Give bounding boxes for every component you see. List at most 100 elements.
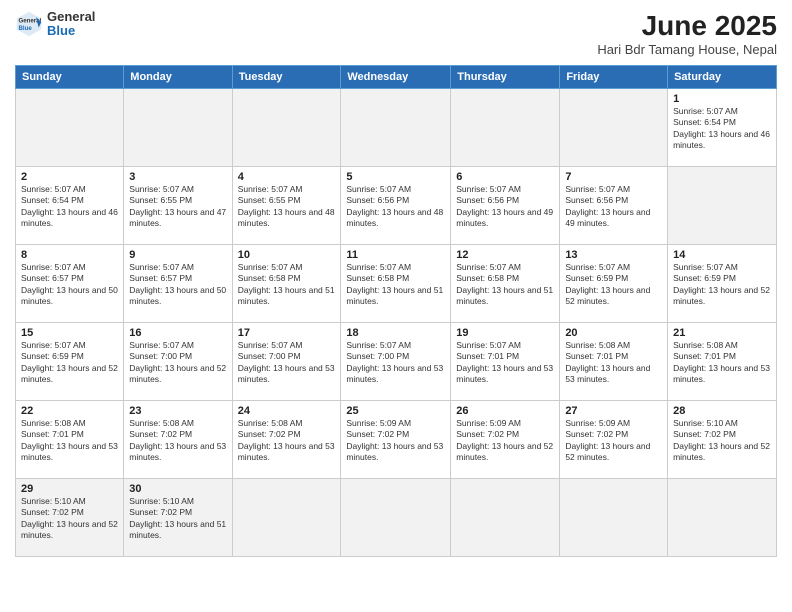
day-number: 24 xyxy=(238,405,336,417)
table-cell: 12Sunrise: 5:07 AM Sunset: 6:58 PM Dayli… xyxy=(451,245,560,323)
col-tuesday: Tuesday xyxy=(232,66,341,89)
day-info: Sunrise: 5:07 AM Sunset: 7:01 PM Dayligh… xyxy=(456,340,554,386)
table-cell xyxy=(341,89,451,167)
table-cell: 19Sunrise: 5:07 AM Sunset: 7:01 PM Dayli… xyxy=(451,323,560,401)
table-cell: 17Sunrise: 5:07 AM Sunset: 7:00 PM Dayli… xyxy=(232,323,341,401)
day-info: Sunrise: 5:10 AM Sunset: 7:02 PM Dayligh… xyxy=(129,496,226,542)
day-number: 29 xyxy=(21,483,118,495)
table-cell: 5Sunrise: 5:07 AM Sunset: 6:56 PM Daylig… xyxy=(341,167,451,245)
day-info: Sunrise: 5:07 AM Sunset: 6:55 PM Dayligh… xyxy=(129,184,226,230)
day-info: Sunrise: 5:07 AM Sunset: 6:54 PM Dayligh… xyxy=(21,184,118,230)
day-number: 22 xyxy=(21,405,118,417)
table-cell: 21Sunrise: 5:08 AM Sunset: 7:01 PM Dayli… xyxy=(668,323,777,401)
day-number: 1 xyxy=(673,93,771,105)
col-saturday: Saturday xyxy=(668,66,777,89)
day-number: 11 xyxy=(346,249,445,261)
day-info: Sunrise: 5:09 AM Sunset: 7:02 PM Dayligh… xyxy=(346,418,445,464)
day-info: Sunrise: 5:07 AM Sunset: 7:00 PM Dayligh… xyxy=(238,340,336,386)
week-row-3: 15Sunrise: 5:07 AM Sunset: 6:59 PM Dayli… xyxy=(16,323,777,401)
table-cell: 28Sunrise: 5:10 AM Sunset: 7:02 PM Dayli… xyxy=(668,401,777,479)
day-info: Sunrise: 5:10 AM Sunset: 7:02 PM Dayligh… xyxy=(673,418,771,464)
table-cell xyxy=(232,89,341,167)
table-cell: 15Sunrise: 5:07 AM Sunset: 6:59 PM Dayli… xyxy=(16,323,124,401)
table-cell: 27Sunrise: 5:09 AM Sunset: 7:02 PM Dayli… xyxy=(560,401,668,479)
day-info: Sunrise: 5:07 AM Sunset: 7:00 PM Dayligh… xyxy=(346,340,445,386)
table-cell: 10Sunrise: 5:07 AM Sunset: 6:58 PM Dayli… xyxy=(232,245,341,323)
day-number: 27 xyxy=(565,405,662,417)
day-number: 18 xyxy=(346,327,445,339)
day-info: Sunrise: 5:08 AM Sunset: 7:02 PM Dayligh… xyxy=(238,418,336,464)
day-number: 12 xyxy=(456,249,554,261)
table-cell xyxy=(232,479,341,557)
table-cell: 20Sunrise: 5:08 AM Sunset: 7:01 PM Dayli… xyxy=(560,323,668,401)
table-cell xyxy=(668,479,777,557)
logo-icon: General Blue xyxy=(15,10,43,38)
table-cell xyxy=(451,89,560,167)
day-number: 28 xyxy=(673,405,771,417)
day-info: Sunrise: 5:07 AM Sunset: 6:59 PM Dayligh… xyxy=(21,340,118,386)
day-info: Sunrise: 5:07 AM Sunset: 6:56 PM Dayligh… xyxy=(456,184,554,230)
day-info: Sunrise: 5:08 AM Sunset: 7:02 PM Dayligh… xyxy=(129,418,226,464)
day-number: 8 xyxy=(21,249,118,261)
day-number: 9 xyxy=(129,249,226,261)
title-block: June 2025 Hari Bdr Tamang House, Nepal xyxy=(597,10,777,57)
table-cell: 6Sunrise: 5:07 AM Sunset: 6:56 PM Daylig… xyxy=(451,167,560,245)
day-info: Sunrise: 5:07 AM Sunset: 7:00 PM Dayligh… xyxy=(129,340,226,386)
day-number: 23 xyxy=(129,405,226,417)
day-number: 15 xyxy=(21,327,118,339)
day-number: 6 xyxy=(456,171,554,183)
day-number: 14 xyxy=(673,249,771,261)
table-cell: 8Sunrise: 5:07 AM Sunset: 6:57 PM Daylig… xyxy=(16,245,124,323)
day-info: Sunrise: 5:08 AM Sunset: 7:01 PM Dayligh… xyxy=(673,340,771,386)
day-info: Sunrise: 5:09 AM Sunset: 7:02 PM Dayligh… xyxy=(565,418,662,464)
table-cell: 26Sunrise: 5:09 AM Sunset: 7:02 PM Dayli… xyxy=(451,401,560,479)
day-info: Sunrise: 5:09 AM Sunset: 7:02 PM Dayligh… xyxy=(456,418,554,464)
day-number: 3 xyxy=(129,171,226,183)
week-row-4: 22Sunrise: 5:08 AM Sunset: 7:01 PM Dayli… xyxy=(16,401,777,479)
col-monday: Monday xyxy=(124,66,232,89)
day-number: 13 xyxy=(565,249,662,261)
svg-text:Blue: Blue xyxy=(19,25,33,32)
logo-blue: Blue xyxy=(47,24,95,38)
day-info: Sunrise: 5:10 AM Sunset: 7:02 PM Dayligh… xyxy=(21,496,118,542)
table-cell: 18Sunrise: 5:07 AM Sunset: 7:00 PM Dayli… xyxy=(341,323,451,401)
calendar-table: Sunday Monday Tuesday Wednesday Thursday… xyxy=(15,65,777,557)
col-friday: Friday xyxy=(560,66,668,89)
table-cell xyxy=(668,167,777,245)
day-info: Sunrise: 5:08 AM Sunset: 7:01 PM Dayligh… xyxy=(565,340,662,386)
day-number: 26 xyxy=(456,405,554,417)
table-cell: 22Sunrise: 5:08 AM Sunset: 7:01 PM Dayli… xyxy=(16,401,124,479)
day-info: Sunrise: 5:07 AM Sunset: 6:58 PM Dayligh… xyxy=(238,262,336,308)
week-row-2: 8 Sunrise: 5:07 AM Sunset: 6:57 PM Daylig… xyxy=(16,245,777,323)
day-number: 4 xyxy=(238,171,336,183)
day-info: Sunrise: 5:07 AM Sunset: 6:55 PM Dayligh… xyxy=(238,184,336,230)
table-cell: 3Sunrise: 5:07 AM Sunset: 6:55 PM Daylig… xyxy=(124,167,232,245)
table-cell: 11Sunrise: 5:07 AM Sunset: 6:58 PM Dayli… xyxy=(341,245,451,323)
logo-general: General xyxy=(47,10,95,24)
col-thursday: Thursday xyxy=(451,66,560,89)
day-number: 30 xyxy=(129,483,226,495)
table-cell: 30Sunrise: 5:10 AM Sunset: 7:02 PM Dayli… xyxy=(124,479,232,557)
day-info: Sunrise: 5:07 AM Sunset: 6:54 PM Dayligh… xyxy=(673,106,771,152)
day-number: 2 xyxy=(21,171,118,183)
day-info: Sunrise: 5:07 AM Sunset: 6:59 PM Dayligh… xyxy=(673,262,771,308)
day-number: 19 xyxy=(456,327,554,339)
table-cell: 25Sunrise: 5:09 AM Sunset: 7:02 PM Dayli… xyxy=(341,401,451,479)
header: General Blue General Blue June 2025 Hari… xyxy=(15,10,777,57)
day-info: Sunrise: 5:07 AM Sunset: 6:57 PM Dayligh… xyxy=(129,262,226,308)
table-cell xyxy=(16,89,124,167)
calendar-page: General Blue General Blue June 2025 Hari… xyxy=(0,0,792,612)
table-cell: 13Sunrise: 5:07 AM Sunset: 6:59 PM Dayli… xyxy=(560,245,668,323)
day-number: 25 xyxy=(346,405,445,417)
day-number: 5 xyxy=(346,171,445,183)
logo-text: General Blue xyxy=(47,10,95,39)
table-cell: 2Sunrise: 5:07 AM Sunset: 6:54 PM Daylig… xyxy=(16,167,124,245)
table-cell: 7Sunrise: 5:07 AM Sunset: 6:56 PM Daylig… xyxy=(560,167,668,245)
day-info: Sunrise: 5:07 AM Sunset: 6:58 PM Dayligh… xyxy=(456,262,554,308)
day-number: 17 xyxy=(238,327,336,339)
table-cell: 9Sunrise: 5:07 AM Sunset: 6:57 PM Daylig… xyxy=(124,245,232,323)
day-number: 10 xyxy=(238,249,336,261)
table-cell: 24Sunrise: 5:08 AM Sunset: 7:02 PM Dayli… xyxy=(232,401,341,479)
day-info: Sunrise: 5:07 AM Sunset: 6:56 PM Dayligh… xyxy=(346,184,445,230)
day-info: Sunrise: 5:07 AM Sunset: 6:59 PM Dayligh… xyxy=(565,262,662,308)
